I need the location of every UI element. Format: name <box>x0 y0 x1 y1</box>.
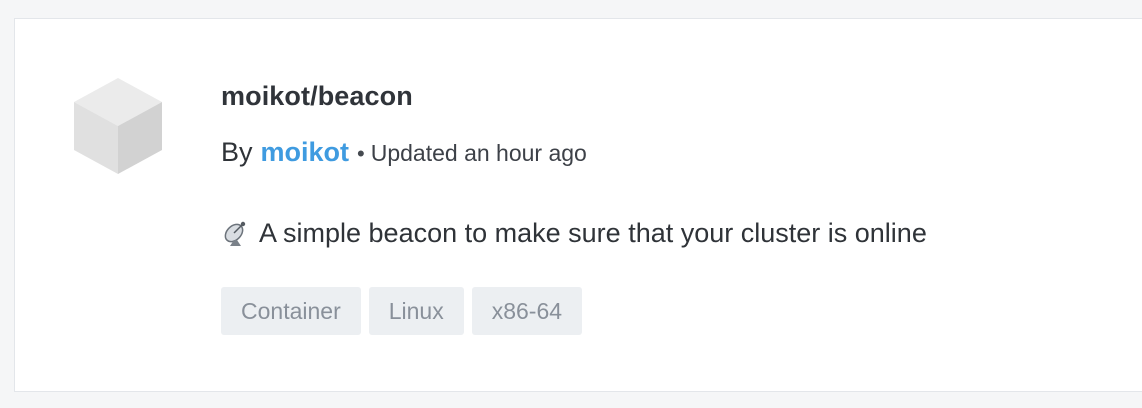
repository-description: A simple beacon to make sure that your c… <box>221 214 1142 252</box>
repository-card[interactable]: moikot/beacon By moikot • Updated an hou… <box>14 18 1142 392</box>
by-label: By <box>221 137 253 167</box>
author-link[interactable]: moikot <box>261 133 350 171</box>
tag-x86-64[interactable]: x86-64 <box>471 287 583 335</box>
cube-icon <box>74 78 162 174</box>
repository-name[interactable]: moikot/beacon <box>221 77 1142 115</box>
satellite-antenna-icon <box>224 221 246 246</box>
updated-timestamp: Updated an hour ago <box>370 140 587 166</box>
separator-dot: • <box>357 141 365 166</box>
repository-details: moikot/beacon By moikot • Updated an hou… <box>221 77 1142 335</box>
tag-list: Container Linux x86-64 <box>221 287 1142 335</box>
byline: By moikot • Updated an hour ago <box>221 133 1142 173</box>
tag-container[interactable]: Container <box>221 287 361 335</box>
description-text: A simple beacon to make sure that your c… <box>259 218 927 248</box>
tag-linux[interactable]: Linux <box>368 287 464 335</box>
